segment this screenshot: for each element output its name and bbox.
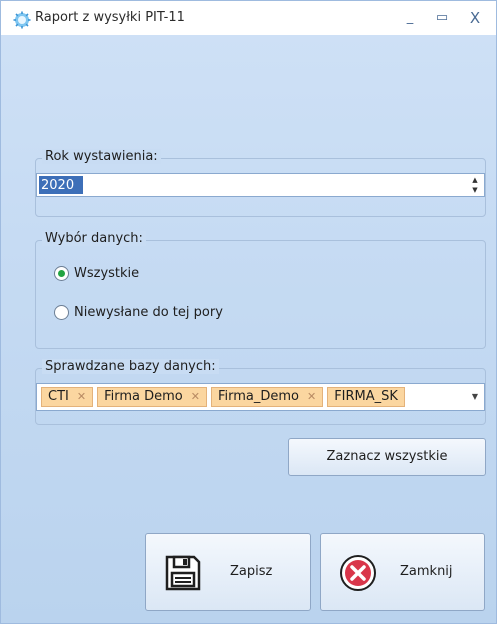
radio-all-label: Wszystkie <box>74 266 140 281</box>
data-group-label: Wybór danych: <box>42 231 146 246</box>
remove-tag-icon[interactable]: ✕ <box>77 387 86 407</box>
remove-tag-icon[interactable]: ✕ <box>191 387 200 407</box>
databases-tag-box[interactable]: CTI ✕ Firma Demo ✕ Firma_Demo ✕ FIRMA_SK ▼ <box>36 383 485 411</box>
window-title: Raport z wysyłki PIT-11 <box>35 10 185 25</box>
select-all-button[interactable]: Zaznacz wszystkie <box>288 438 486 476</box>
tag-list: CTI ✕ Firma Demo ✕ Firma_Demo ✕ FIRMA_SK <box>41 387 464 407</box>
spinner-buttons: ▲ ▼ <box>468 175 482 195</box>
remove-tag-icon[interactable]: ✕ <box>307 387 316 407</box>
dropdown-arrow-icon[interactable]: ▼ <box>468 388 482 406</box>
radio-not-sent-label: Niewysłane do tej pory <box>74 305 223 320</box>
tag-item[interactable]: CTI ✕ <box>41 387 94 407</box>
select-all-label: Zaznacz wszystkie <box>326 449 448 464</box>
radio-selected-icon[interactable] <box>54 266 69 281</box>
year-input[interactable] <box>39 176 83 194</box>
tag-label: CTI <box>48 389 69 404</box>
close-x-icon <box>340 555 376 591</box>
year-spinner[interactable]: ▲ ▼ <box>36 173 485 197</box>
data-selection-group: Wybór danych: Wszystkie Niewysłane do te… <box>35 231 486 349</box>
radio-all[interactable]: Wszystkie <box>54 266 139 281</box>
close-label: Zamknij <box>400 564 453 579</box>
tag-label: Firma_Demo <box>217 389 299 404</box>
app-icon <box>13 11 31 29</box>
tag-item[interactable]: FIRMA_SK <box>327 387 405 407</box>
tag-label: Firma Demo <box>104 389 183 404</box>
maximize-button[interactable]: ▭ <box>431 7 453 29</box>
radio-unselected-icon[interactable] <box>54 305 69 320</box>
tag-label: FIRMA_SK <box>334 389 398 404</box>
spin-up-icon[interactable]: ▲ <box>468 175 482 185</box>
tag-item[interactable]: Firma Demo ✕ <box>97 387 207 407</box>
spin-down-icon[interactable]: ▼ <box>468 185 482 195</box>
dialog-window: Raport z wysyłki PIT-11 _ ▭ X Rok wystaw… <box>0 0 497 624</box>
close-button[interactable]: Zamknij <box>320 533 485 611</box>
title-bar: Raport z wysyłki PIT-11 _ ▭ X <box>1 1 496 35</box>
close-window-button[interactable]: X <box>464 7 486 29</box>
databases-group-label: Sprawdzane bazy danych: <box>42 359 219 374</box>
year-group-label: Rok wystawienia: <box>42 149 161 164</box>
radio-not-sent[interactable]: Niewysłane do tej pory <box>54 305 223 320</box>
databases-group: Sprawdzane bazy danych: CTI ✕ Firma Demo ✕… <box>35 359 486 425</box>
minimize-button[interactable]: _ <box>399 7 421 29</box>
tag-item[interactable]: Firma_Demo ✕ <box>210 387 324 407</box>
year-group: Rok wystawienia: ▲ ▼ <box>35 149 486 217</box>
save-button[interactable]: Zapisz <box>145 533 311 611</box>
floppy-disk-icon <box>165 555 201 591</box>
save-label: Zapisz <box>230 564 273 579</box>
